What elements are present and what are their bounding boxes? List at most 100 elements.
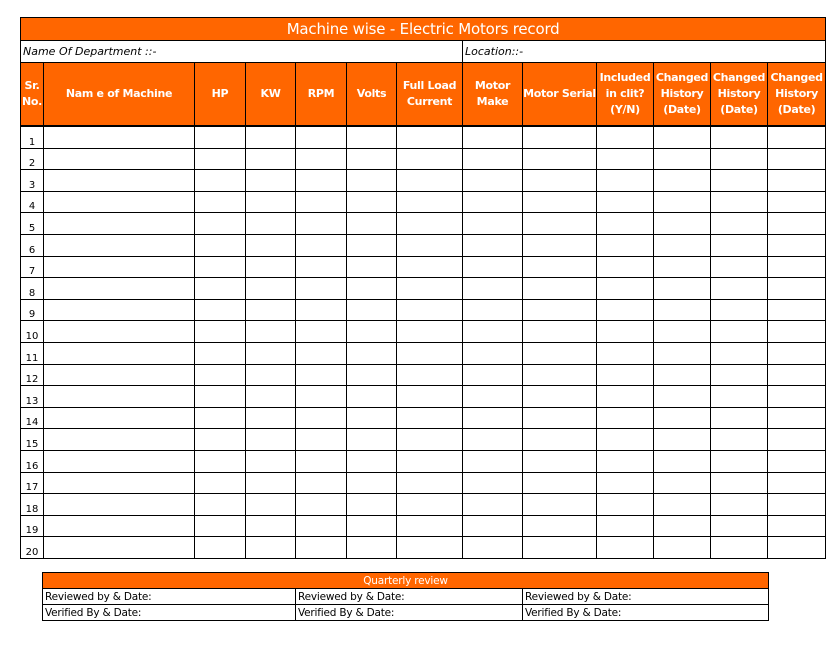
cell-kw[interactable]: [245, 233, 296, 257]
cell-kw[interactable]: [245, 320, 296, 343]
cell-kw[interactable]: [245, 212, 296, 235]
cell-motor-serial[interactable]: [522, 406, 597, 430]
cell-changed-history-3[interactable]: [766, 320, 827, 343]
cell-kw[interactable]: [245, 493, 296, 516]
cell-machine-name[interactable]: [43, 169, 195, 192]
cell-included-in-clit[interactable]: [596, 169, 654, 192]
cell-volts[interactable]: [346, 471, 397, 495]
cell-rpm[interactable]: [295, 363, 347, 387]
cell-included-in-clit[interactable]: [596, 449, 654, 473]
cell-full-load-current[interactable]: [396, 341, 463, 365]
cell-full-load-current[interactable]: [396, 212, 463, 235]
cell-included-in-clit[interactable]: [596, 363, 654, 387]
cell-rpm[interactable]: [295, 536, 347, 559]
cell-changed-history-2[interactable]: [710, 449, 768, 473]
cell-machine-name[interactable]: [43, 514, 195, 538]
cell-motor-serial[interactable]: [522, 298, 597, 322]
cell-included-in-clit[interactable]: [596, 277, 654, 300]
cell-motor-make[interactable]: [462, 255, 523, 279]
cell-machine-name[interactable]: [43, 363, 195, 387]
cell-volts[interactable]: [346, 385, 397, 408]
cell-motor-serial[interactable]: [522, 212, 597, 235]
cell-kw[interactable]: [245, 341, 296, 365]
cell-rpm[interactable]: [295, 471, 347, 495]
cell-motor-serial[interactable]: [522, 125, 597, 149]
cell-machine-name[interactable]: [43, 190, 195, 214]
cell-volts[interactable]: [346, 233, 397, 257]
cell-full-load-current[interactable]: [396, 147, 463, 171]
cell-kw[interactable]: [245, 449, 296, 473]
cell-machine-name[interactable]: [43, 233, 195, 257]
cell-included-in-clit[interactable]: [596, 385, 654, 408]
cell-hp[interactable]: [194, 363, 246, 387]
cell-full-load-current[interactable]: [396, 255, 463, 279]
cell-changed-history-1[interactable]: [653, 363, 711, 387]
cell-changed-history-2[interactable]: [710, 190, 768, 214]
cell-motor-serial[interactable]: [522, 341, 597, 365]
location-field[interactable]: Location::-: [461, 40, 827, 63]
cell-rpm[interactable]: [295, 190, 347, 214]
cell-changed-history-1[interactable]: [653, 190, 711, 214]
cell-changed-history-3[interactable]: [766, 341, 827, 365]
cell-volts[interactable]: [346, 514, 397, 538]
cell-changed-history-1[interactable]: [653, 233, 711, 257]
cell-changed-history-3[interactable]: [766, 385, 827, 408]
cell-motor-make[interactable]: [462, 471, 523, 495]
cell-changed-history-3[interactable]: [766, 190, 827, 214]
cell-rpm[interactable]: [295, 449, 347, 473]
cell-volts[interactable]: [346, 277, 397, 300]
cell-included-in-clit[interactable]: [596, 147, 654, 171]
cell-machine-name[interactable]: [43, 493, 195, 516]
cell-included-in-clit[interactable]: [596, 493, 654, 516]
cell-rpm[interactable]: [295, 385, 347, 408]
cell-changed-history-1[interactable]: [653, 514, 711, 538]
cell-motor-serial[interactable]: [522, 493, 597, 516]
cell-rpm[interactable]: [295, 212, 347, 235]
cell-hp[interactable]: [194, 406, 246, 430]
cell-motor-make[interactable]: [462, 536, 523, 559]
cell-machine-name[interactable]: [43, 277, 195, 300]
cell-motor-make[interactable]: [462, 493, 523, 516]
cell-full-load-current[interactable]: [396, 190, 463, 214]
cell-rpm[interactable]: [295, 406, 347, 430]
cell-machine-name[interactable]: [43, 212, 195, 235]
cell-included-in-clit[interactable]: [596, 125, 654, 149]
cell-included-in-clit[interactable]: [596, 190, 654, 214]
cell-rpm[interactable]: [295, 320, 347, 343]
cell-kw[interactable]: [245, 363, 296, 387]
cell-hp[interactable]: [194, 449, 246, 473]
cell-motor-make[interactable]: [462, 514, 523, 538]
cell-changed-history-1[interactable]: [653, 385, 711, 408]
cell-motor-make[interactable]: [462, 363, 523, 387]
cell-changed-history-3[interactable]: [766, 428, 827, 451]
cell-included-in-clit[interactable]: [596, 255, 654, 279]
cell-rpm[interactable]: [295, 255, 347, 279]
cell-changed-history-3[interactable]: [766, 363, 827, 387]
cell-changed-history-1[interactable]: [653, 320, 711, 343]
cell-motor-serial[interactable]: [522, 277, 597, 300]
cell-motor-make[interactable]: [462, 298, 523, 322]
cell-included-in-clit[interactable]: [596, 428, 654, 451]
cell-volts[interactable]: [346, 125, 397, 149]
cell-hp[interactable]: [194, 514, 246, 538]
cell-motor-serial[interactable]: [522, 428, 597, 451]
cell-kw[interactable]: [245, 277, 296, 300]
cell-rpm[interactable]: [295, 428, 347, 451]
cell-hp[interactable]: [194, 147, 246, 171]
cell-rpm[interactable]: [295, 341, 347, 365]
cell-volts[interactable]: [346, 428, 397, 451]
cell-included-in-clit[interactable]: [596, 212, 654, 235]
cell-kw[interactable]: [245, 298, 296, 322]
cell-changed-history-1[interactable]: [653, 428, 711, 451]
cell-machine-name[interactable]: [43, 428, 195, 451]
cell-full-load-current[interactable]: [396, 363, 463, 387]
cell-changed-history-2[interactable]: [710, 428, 768, 451]
cell-changed-history-1[interactable]: [653, 493, 711, 516]
cell-full-load-current[interactable]: [396, 514, 463, 538]
cell-full-load-current[interactable]: [396, 493, 463, 516]
cell-hp[interactable]: [194, 125, 246, 149]
cell-changed-history-2[interactable]: [710, 471, 768, 495]
cell-motor-serial[interactable]: [522, 385, 597, 408]
cell-included-in-clit[interactable]: [596, 406, 654, 430]
cell-changed-history-2[interactable]: [710, 493, 768, 516]
